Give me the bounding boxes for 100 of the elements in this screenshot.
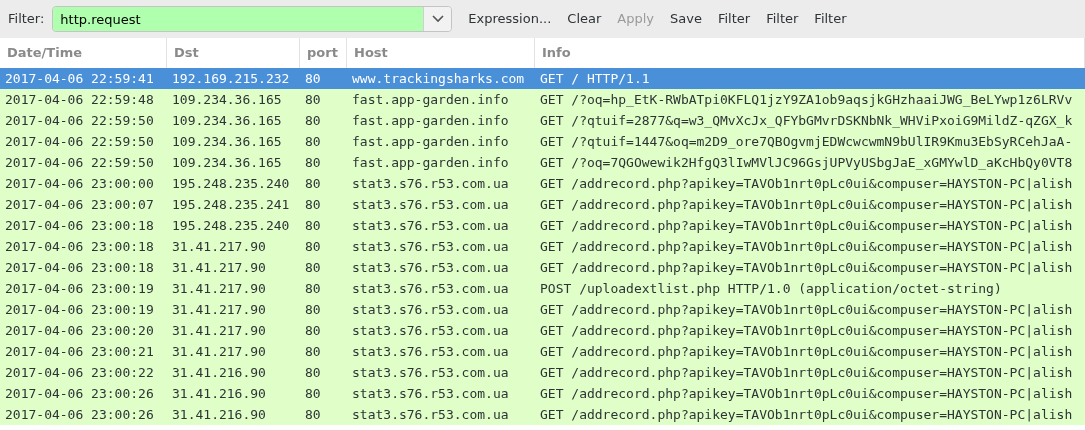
table-cell-text: 2017-04-06 23:00:18: [4, 259, 155, 277]
table-cell-text: GET /addrecord.php?apikey=TAVOb1nrt0pLc0ui&compuser=HAYSTON-PC|alish: [539, 385, 1074, 403]
table-cell-text: 2017-04-06 23:00:00: [4, 175, 155, 193]
table-cell-text: GET /addrecord.php?apikey=TAVOb1nrt0pLc0ui&compuser=HAYSTON-PC|alish: [539, 343, 1074, 361]
table-cell-text: 80: [304, 385, 322, 403]
table-cell-text: 80: [304, 322, 322, 340]
table-cell-text: 80: [304, 238, 322, 256]
table-cell-text: GET /addrecord.php?apikey=TAVOb1nrt0pLc0ui&compuser=HAYSTON-PC|alish: [539, 175, 1074, 193]
table-cell-text: 2017-04-06 23:00:26: [4, 406, 155, 424]
table-cell-text: stat3.s76.r53.com.ua: [351, 343, 510, 361]
table-cell-text: 31.41.217.90: [171, 259, 267, 277]
table-row[interactable]: 2017-04-06 23:00:21 31.41.217.90 80 stat3.s76.r53.com.ua GET /addrecord.php?apikey=TAVOb1nrt0pLc0ui&compuser=HAYSTON-PC|alish: [0, 341, 1085, 362]
table-cell-text: GET /addrecord.php?apikey=TAVOb1nrt0pLc0ui&compuser=HAYSTON-PC|alish: [539, 301, 1074, 319]
table-cell-text: 80: [304, 280, 322, 298]
table-cell-text: 31.41.217.90: [171, 301, 267, 319]
table-cell-text: GET /?qtuif=2877&q=w3_QMvXcJx_QFYbGMvrDSKNbNk_WHViPxoiG9MildZ-qZGX_k: [539, 112, 1074, 130]
table-cell-text: stat3.s76.r53.com.ua: [351, 385, 510, 403]
table-cell-text: 31.41.217.90: [171, 280, 267, 298]
table-cell-text: 2017-04-06 23:00:19: [4, 301, 155, 319]
table-row[interactable]: 2017-04-06 23:00:18 31.41.217.90 80 stat3.s76.r53.com.ua GET /addrecord.php?apikey=TAVOb1nrt0pLc0ui&compuser=HAYSTON-PC|alish: [0, 236, 1085, 257]
table-cell-text: GET /?oq=hp_EtK-RWbATpi0KFLQ1jzY9ZA1ob9aqsjkGHzhaaiJWG_BeLYwp1z6LRVv: [539, 91, 1074, 109]
table-cell-text: 31.41.216.90: [171, 364, 267, 382]
table-row[interactable]: 2017-04-06 22:59:50 109.234.36.165 80 fast.app-garden.info GET /?oq=7QGOwewik2HfgQ3lIwMVlJC96GsjUPVyUSbgJaE_xGMYwlD_aKcHbQy0VT8: [0, 152, 1085, 173]
table-row[interactable]: 2017-04-06 22:59:50 109.234.36.165 80 fast.app-garden.info GET /?qtuif=1447&oq=m2D9_ore7QBOgvmjEDWcwcwmN9bUlIR9Kmu3EbSyRCehJaA-: [0, 131, 1085, 152]
table-row[interactable]: 2017-04-06 23:00:19 31.41.217.90 80 stat3.s76.r53.com.ua POST /uploadextlist.php HTTP/1.0 (application/octet-string): [0, 278, 1085, 299]
table-cell-text: GET / HTTP/1.1: [539, 70, 651, 88]
table-row[interactable]: 2017-04-06 23:00:18 195.248.235.240 80 stat3.s76.r53.com.ua GET /addrecord.php?apikey=TAVOb1nrt0pLc0ui&compuser=HAYSTON-PC|alish: [0, 215, 1085, 236]
table-cell-text: 2017-04-06 23:00:22: [4, 364, 155, 382]
toolbar-button[interactable]: Filter: [758, 7, 807, 31]
table-cell-text: 31.41.216.90: [171, 385, 267, 403]
table-cell-text: GET /addrecord.php?apikey=TAVOb1nrt0pLc0ui&compuser=HAYSTON-PC|alish: [539, 364, 1074, 382]
table-cell-text: 80: [304, 406, 322, 424]
table-cell-text: GET /addrecord.php?apikey=TAVOb1nrt0pLc0ui&compuser=HAYSTON-PC|alish: [539, 196, 1074, 214]
toolbar-button[interactable]: Filter: [709, 7, 759, 31]
table-cell-text: 31.41.217.90: [171, 322, 267, 340]
table-row[interactable]: 2017-04-06 22:59:48 109.234.36.165 80 fast.app-garden.info GET /?oq=hp_EtK-RWbATpi0KFLQ1jzY9ZA1ob9aqsjkGHzhaaiJWG_BeLYwp1z6LRVv: [0, 89, 1085, 110]
table-cell-text: 2017-04-06 23:00:18: [4, 217, 155, 235]
table-row[interactable]: 2017-04-06 23:00:07 195.248.235.241 80 stat3.s76.r53.com.ua GET /addrecord.php?apikey=TAVOb1nrt0pLc0ui&compuser=HAYSTON-PC|alish: [0, 194, 1085, 215]
toolbar-button[interactable]: Filter: [806, 7, 855, 31]
table-cell-text: 80: [304, 364, 322, 382]
table-cell-text: stat3.s76.r53.com.ua: [351, 280, 510, 298]
table-cell-text: 195.248.235.241: [171, 196, 291, 214]
table-cell-text: 192.169.215.232: [171, 70, 291, 88]
filter-label: Filter:: [8, 10, 45, 29]
table-cell-text: stat3.s76.r53.com.ua: [351, 196, 510, 214]
table-cell-text: 195.248.235.240: [171, 175, 291, 193]
table-cell-text: 31.41.216.90: [171, 406, 267, 424]
table-cell-text: 2017-04-06 23:00:20: [4, 322, 155, 340]
table-cell-text: 2017-04-06 23:00:21: [4, 343, 155, 361]
table-cell-text: GET /addrecord.php?apikey=TAVOb1nrt0pLc0ui&compuser=HAYSTON-PC|alish: [539, 406, 1074, 424]
table-cell-text: GET /?oq=7QGOwewik2HfgQ3lIwMVlJC96GsjUPVyUSbgJaE_xGMYwlD_aKcHbQy0VT8: [539, 154, 1074, 172]
table-cell-text: 2017-04-06 23:00:07: [4, 196, 155, 214]
toolbar-button[interactable]: Expression...: [460, 7, 560, 31]
table-cell-text: 2017-04-06 22:59:48: [4, 91, 155, 109]
table-cell-text: 2017-04-06 22:59:50: [4, 154, 155, 172]
table-cell-text: 2017-04-06 22:59:50: [4, 133, 155, 151]
table-row[interactable]: 2017-04-06 23:00:00 195.248.235.240 80 stat3.s76.r53.com.ua GET /addrecord.php?apikey=TAVOb1nrt0pLc0ui&compuser=HAYSTON-PC|alish: [0, 173, 1085, 194]
table-cell-text: 2017-04-06 23:00:18: [4, 238, 155, 256]
table-cell-text: 80: [304, 343, 322, 361]
table-cell-text: stat3.s76.r53.com.ua: [351, 364, 510, 382]
table-cell-text: 31.41.217.90: [171, 238, 267, 256]
table-cell-text: 2017-04-06 22:59:50: [4, 112, 155, 130]
table-cell-text: fast.app-garden.info: [351, 112, 510, 130]
table-cell-text: 195.248.235.240: [171, 217, 291, 235]
table-cell-text: fast.app-garden.info: [351, 154, 510, 172]
table-cell-text: 2017-04-06 23:00:26: [4, 385, 155, 403]
table-cell-text: GET /?qtuif=1447&oq=m2D9_ore7QBOgvmjEDWcwcwmN9bUlIR9Kmu3EbSyRCehJaA-: [539, 133, 1074, 151]
table-cell-text: GET /addrecord.php?apikey=TAVOb1nrt0pLc0ui&compuser=HAYSTON-PC|alish: [539, 322, 1074, 340]
table-cell-text: 80: [304, 91, 322, 109]
table-cell-text: 80: [304, 301, 322, 319]
table-row[interactable]: 2017-04-06 23:00:26 31.41.216.90 80 stat3.s76.r53.com.ua GET /addrecord.php?apikey=TAVOb1nrt0pLc0ui&compuser=HAYSTON-PC|alish: [0, 383, 1085, 404]
table-cell-text: 80: [304, 70, 322, 88]
table-row[interactable]: 2017-04-06 23:00:19 31.41.217.90 80 stat3.s76.r53.com.ua GET /addrecord.php?apikey=TAVOb1nrt0pLc0ui&compuser=HAYSTON-PC|alish: [0, 299, 1085, 320]
table-cell-text: 2017-04-06 23:00:19: [4, 280, 155, 298]
table-cell-text: 2017-04-06 22:59:41: [4, 70, 155, 88]
table-cell-text: 80: [304, 196, 322, 214]
table-row[interactable]: 2017-04-06 23:00:26 31.41.216.90 80 stat3.s76.r53.com.ua GET /addrecord.php?apikey=TAVOb1nrt0pLc0ui&compuser=HAYSTON-PC|alish: [0, 404, 1085, 425]
table-row[interactable]: 2017-04-06 23:00:22 31.41.216.90 80 stat3.s76.r53.com.ua GET /addrecord.php?apikey=TAVOb1nrt0pLc0ui&compuser=HAYSTON-PC|alish: [0, 362, 1085, 383]
toolbar-button[interactable]: Save: [662, 7, 710, 31]
table-cell-text: stat3.s76.r53.com.ua: [351, 238, 510, 256]
table-cell-text: 80: [304, 175, 322, 193]
table-cell-text: stat3.s76.r53.com.ua: [351, 217, 510, 235]
table-cell-text: 80: [304, 154, 322, 172]
table-cell-text: stat3.s76.r53.com.ua: [351, 175, 510, 193]
table-cell-text: 80: [304, 259, 322, 277]
table-cell-text: fast.app-garden.info: [351, 133, 510, 151]
table-cell-text: 109.234.36.165: [171, 133, 283, 151]
table-cell-text: 109.234.36.165: [171, 154, 283, 172]
toolbar-button[interactable]: Clear: [559, 7, 610, 31]
table-cell-text: stat3.s76.r53.com.ua: [351, 259, 510, 277]
table-cell-text: POST /uploadextlist.php HTTP/1.0 (application/octet-string): [539, 280, 1003, 298]
table-cell-text: GET /addrecord.php?apikey=TAVOb1nrt0pLc0ui&compuser=HAYSTON-PC|alish: [539, 217, 1074, 235]
table-row[interactable]: 2017-04-06 23:00:20 31.41.217.90 80 stat3.s76.r53.com.ua GET /addrecord.php?apikey=TAVOb1nrt0pLc0ui&compuser=HAYSTON-PC|alish: [0, 320, 1085, 341]
table-cell-text: GET /addrecord.php?apikey=TAVOb1nrt0pLc0ui&compuser=HAYSTON-PC|alish: [539, 259, 1074, 277]
table-cell-text: www.trackingsharks.com: [351, 70, 526, 88]
table-row[interactable]: 2017-04-06 22:59:50 109.234.36.165 80 fast.app-garden.info GET /?qtuif=2877&q=w3_QMvXcJx_QFYbGMvrDSKNbNk_WHViPxoiG9MildZ-qZGX_k: [0, 110, 1085, 131]
table-cell-text: stat3.s76.r53.com.ua: [351, 406, 510, 424]
table-row[interactable]: 2017-04-06 23:00:18 31.41.217.90 80 stat3.s76.r53.com.ua GET /addrecord.php?apikey=TAVOb1nrt0pLc0ui&compuser=HAYSTON-PC|alish: [0, 257, 1085, 278]
table-cell-text: 31.41.217.90: [171, 343, 267, 361]
table-cell-text: GET /addrecord.php?apikey=TAVOb1nrt0pLc0ui&compuser=HAYSTON-PC|alish: [539, 238, 1074, 256]
